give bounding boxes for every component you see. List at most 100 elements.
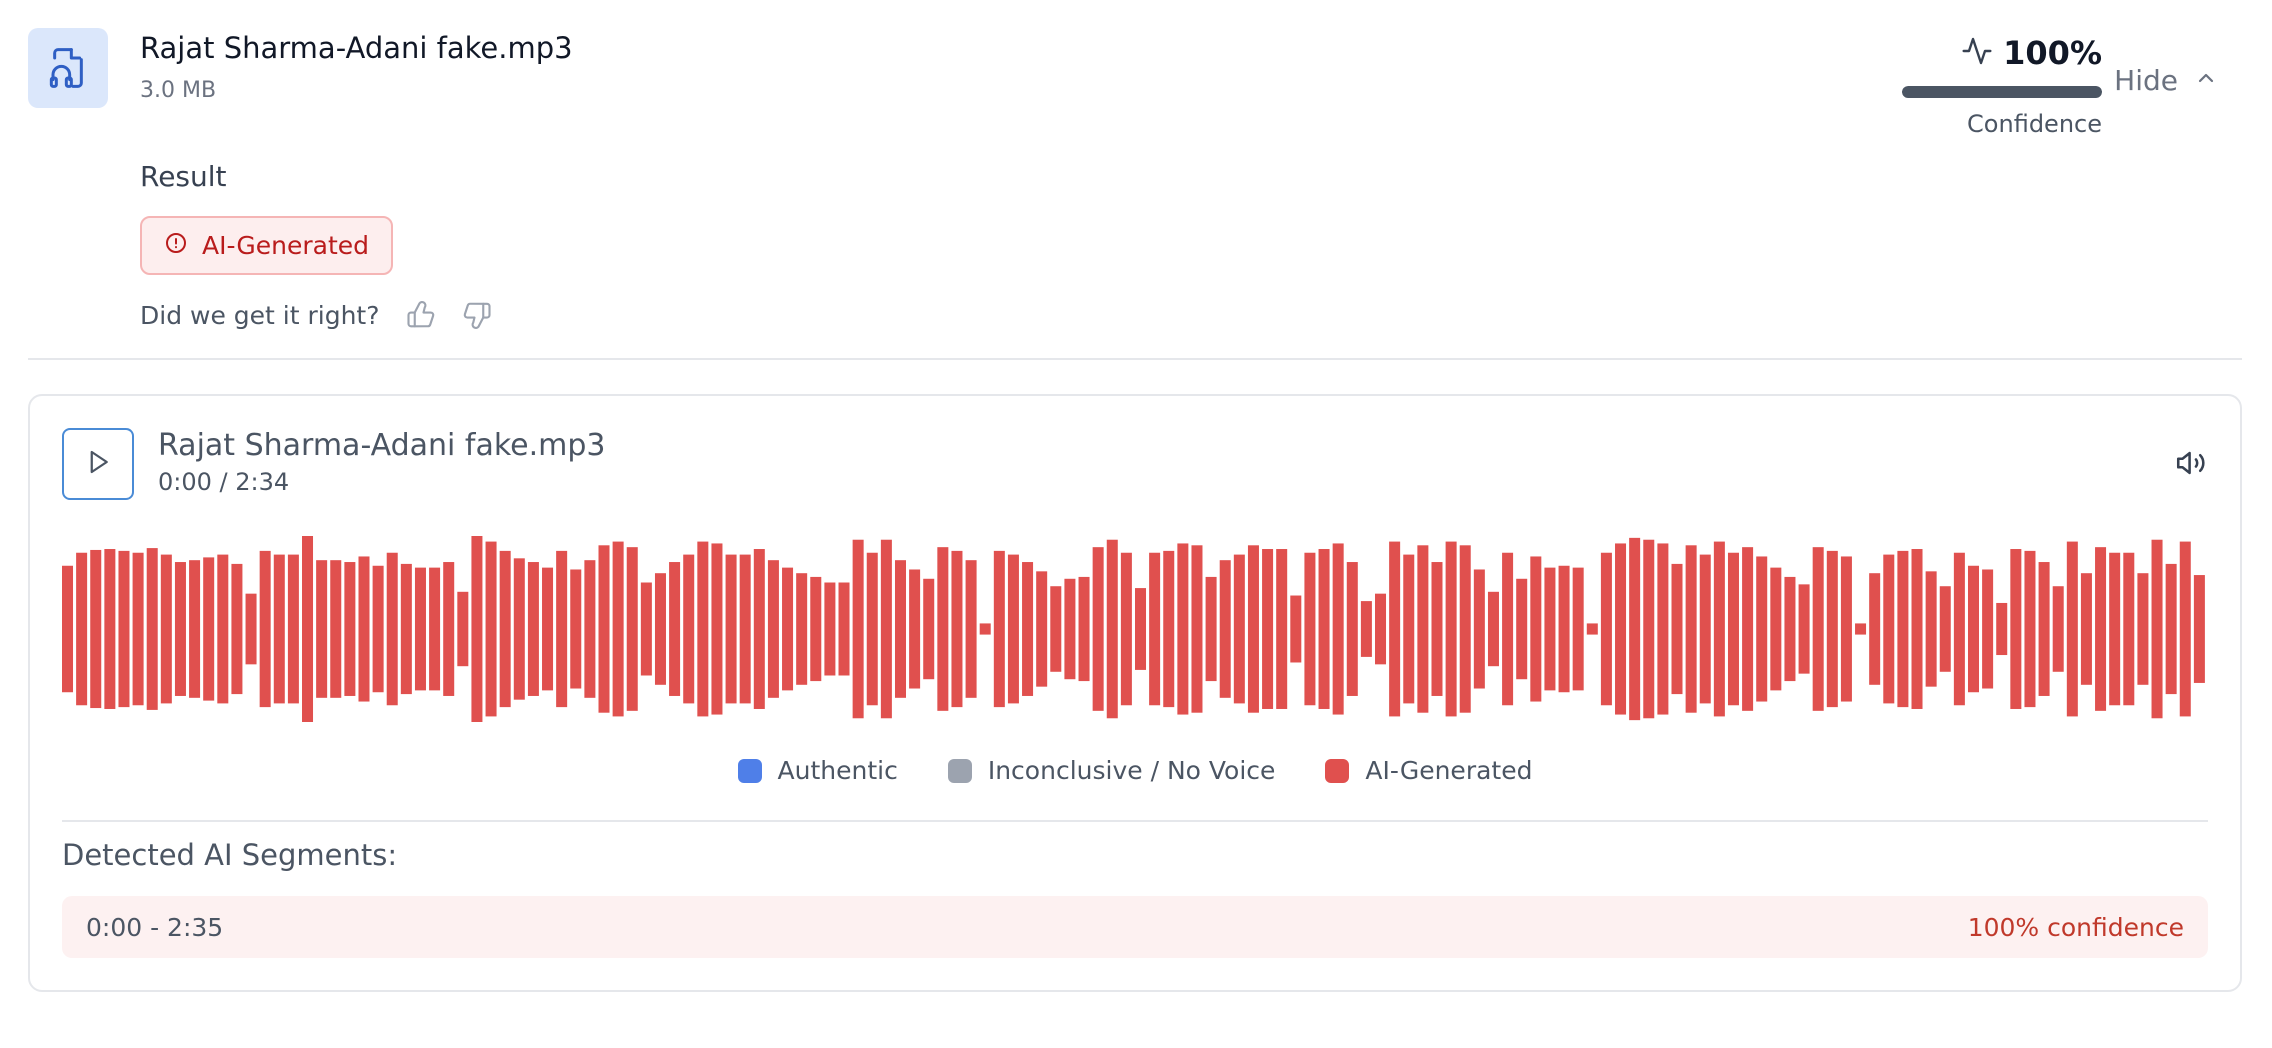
waveform-bar bbox=[669, 562, 681, 696]
waveform-bar bbox=[923, 578, 935, 680]
waveform-bar bbox=[1516, 578, 1528, 680]
waveform-bar bbox=[838, 582, 850, 676]
waveform-bar bbox=[1346, 562, 1358, 696]
waveform-bar bbox=[1050, 586, 1062, 672]
waveform-bar bbox=[471, 536, 483, 722]
waveform-bar bbox=[1022, 562, 1034, 696]
waveform-bar bbox=[429, 567, 441, 691]
legend-item-authentic: Authentic bbox=[737, 756, 898, 785]
waveform-bar bbox=[2066, 541, 2078, 717]
waveform-bar bbox=[2137, 573, 2149, 685]
hide-button[interactable]: Hide bbox=[2114, 64, 2218, 97]
waveform-bar bbox=[1925, 571, 1937, 687]
waveform-bar bbox=[1149, 552, 1161, 706]
hide-button-label: Hide bbox=[2114, 64, 2178, 97]
waveform-bar bbox=[2024, 550, 2036, 708]
waveform-bar bbox=[2165, 563, 2177, 695]
waveform-bar bbox=[1318, 549, 1330, 709]
waveform-bar bbox=[1713, 541, 1725, 717]
waveform-bar bbox=[852, 539, 864, 719]
waveform-bar bbox=[1375, 593, 1387, 665]
chevron-up-icon bbox=[2194, 64, 2218, 97]
waveform-bar bbox=[118, 550, 130, 708]
waveform-bar bbox=[937, 547, 949, 711]
waveform-bar bbox=[414, 567, 426, 691]
thumbs-up-icon[interactable] bbox=[406, 300, 436, 330]
waveform-bar bbox=[316, 560, 328, 698]
waveform-bar bbox=[1855, 623, 1867, 635]
waveform-bar bbox=[1996, 602, 2008, 656]
waveform-bar bbox=[1530, 556, 1542, 702]
waveform-bar bbox=[556, 550, 568, 708]
waveform-bar bbox=[231, 563, 243, 695]
waveform-bar bbox=[909, 569, 921, 689]
waveform-bar bbox=[1191, 545, 1203, 713]
waveform-bar bbox=[2151, 539, 2163, 719]
confidence-bar-fill bbox=[1902, 86, 2102, 98]
waveform-bar bbox=[174, 562, 186, 696]
segment-confidence: 100% confidence bbox=[1967, 912, 2184, 942]
legend-item-ai-generated: AI-Generated bbox=[1325, 756, 1532, 785]
waveform-bar bbox=[683, 554, 695, 704]
waveform-bar bbox=[1106, 539, 1118, 719]
waveform-bar bbox=[1600, 552, 1612, 706]
segment-range: 0:00 - 2:35 bbox=[86, 912, 224, 942]
waveform-bar bbox=[1502, 552, 1514, 706]
waveform-bar bbox=[1445, 541, 1457, 717]
result-badge: AI-Generated bbox=[140, 216, 394, 275]
track-time: 0:00 / 2:34 bbox=[158, 468, 290, 496]
waveform-bar bbox=[1233, 554, 1245, 704]
volume-button[interactable] bbox=[2174, 446, 2208, 484]
waveform-bar bbox=[598, 545, 610, 713]
waveform-bar bbox=[824, 582, 836, 676]
waveform-bar bbox=[894, 560, 906, 698]
waveform-bar bbox=[1332, 543, 1344, 715]
waveform-bar bbox=[542, 567, 554, 691]
waveform-bar bbox=[1007, 554, 1019, 704]
segments-divider bbox=[62, 820, 2208, 822]
waveform-bar bbox=[217, 554, 229, 704]
waveform-bar bbox=[725, 554, 737, 704]
waveform-bar bbox=[76, 552, 88, 706]
waveform-bar bbox=[965, 560, 977, 698]
waveform-bar bbox=[287, 554, 299, 704]
waveform-bar bbox=[1262, 549, 1274, 709]
result-badge-label: AI-Generated bbox=[202, 231, 370, 260]
segment-row: 0:00 - 2:35 100% confidence bbox=[62, 896, 2208, 958]
waveform-bar bbox=[1431, 562, 1443, 696]
waveform-bar bbox=[259, 550, 271, 708]
waveform-bar bbox=[2123, 552, 2135, 706]
waveform-bar bbox=[866, 552, 878, 706]
waveform-bar bbox=[1403, 554, 1415, 704]
waveform-bar bbox=[1205, 576, 1217, 682]
alert-circle-icon bbox=[164, 231, 188, 261]
waveform-bar bbox=[1036, 571, 1048, 687]
waveform-bar bbox=[485, 541, 497, 717]
waveform-bar bbox=[457, 591, 469, 667]
waveform-legend: Authentic Inconclusive / No Voice AI-Gen… bbox=[30, 756, 2240, 785]
waveform-bar bbox=[273, 554, 285, 704]
play-button[interactable] bbox=[62, 428, 134, 500]
waveform-bar bbox=[1135, 588, 1147, 670]
waveform-bar bbox=[1911, 549, 1923, 709]
waveform-bar bbox=[1840, 556, 1852, 702]
waveform-bar bbox=[1699, 554, 1711, 704]
waveform-bar bbox=[527, 562, 539, 696]
legend-label-authentic: Authentic bbox=[777, 756, 898, 785]
waveform[interactable] bbox=[62, 536, 2208, 722]
waveform-bar bbox=[386, 552, 398, 706]
waveform-bar bbox=[753, 549, 765, 709]
waveform-bar bbox=[1360, 601, 1372, 657]
waveform-bar bbox=[1982, 569, 1994, 689]
waveform-bar bbox=[513, 558, 525, 700]
waveform-bar bbox=[189, 560, 201, 698]
thumbs-down-icon[interactable] bbox=[462, 300, 492, 330]
waveform-bar bbox=[782, 567, 794, 691]
waveform-bar bbox=[1544, 567, 1556, 691]
waveform-bar bbox=[302, 536, 314, 722]
waveform-bar bbox=[1784, 576, 1796, 682]
waveform-bar bbox=[2095, 547, 2107, 711]
waveform-bar bbox=[1417, 545, 1429, 713]
waveform-bar bbox=[1629, 537, 1641, 721]
waveform-bar bbox=[767, 560, 779, 698]
